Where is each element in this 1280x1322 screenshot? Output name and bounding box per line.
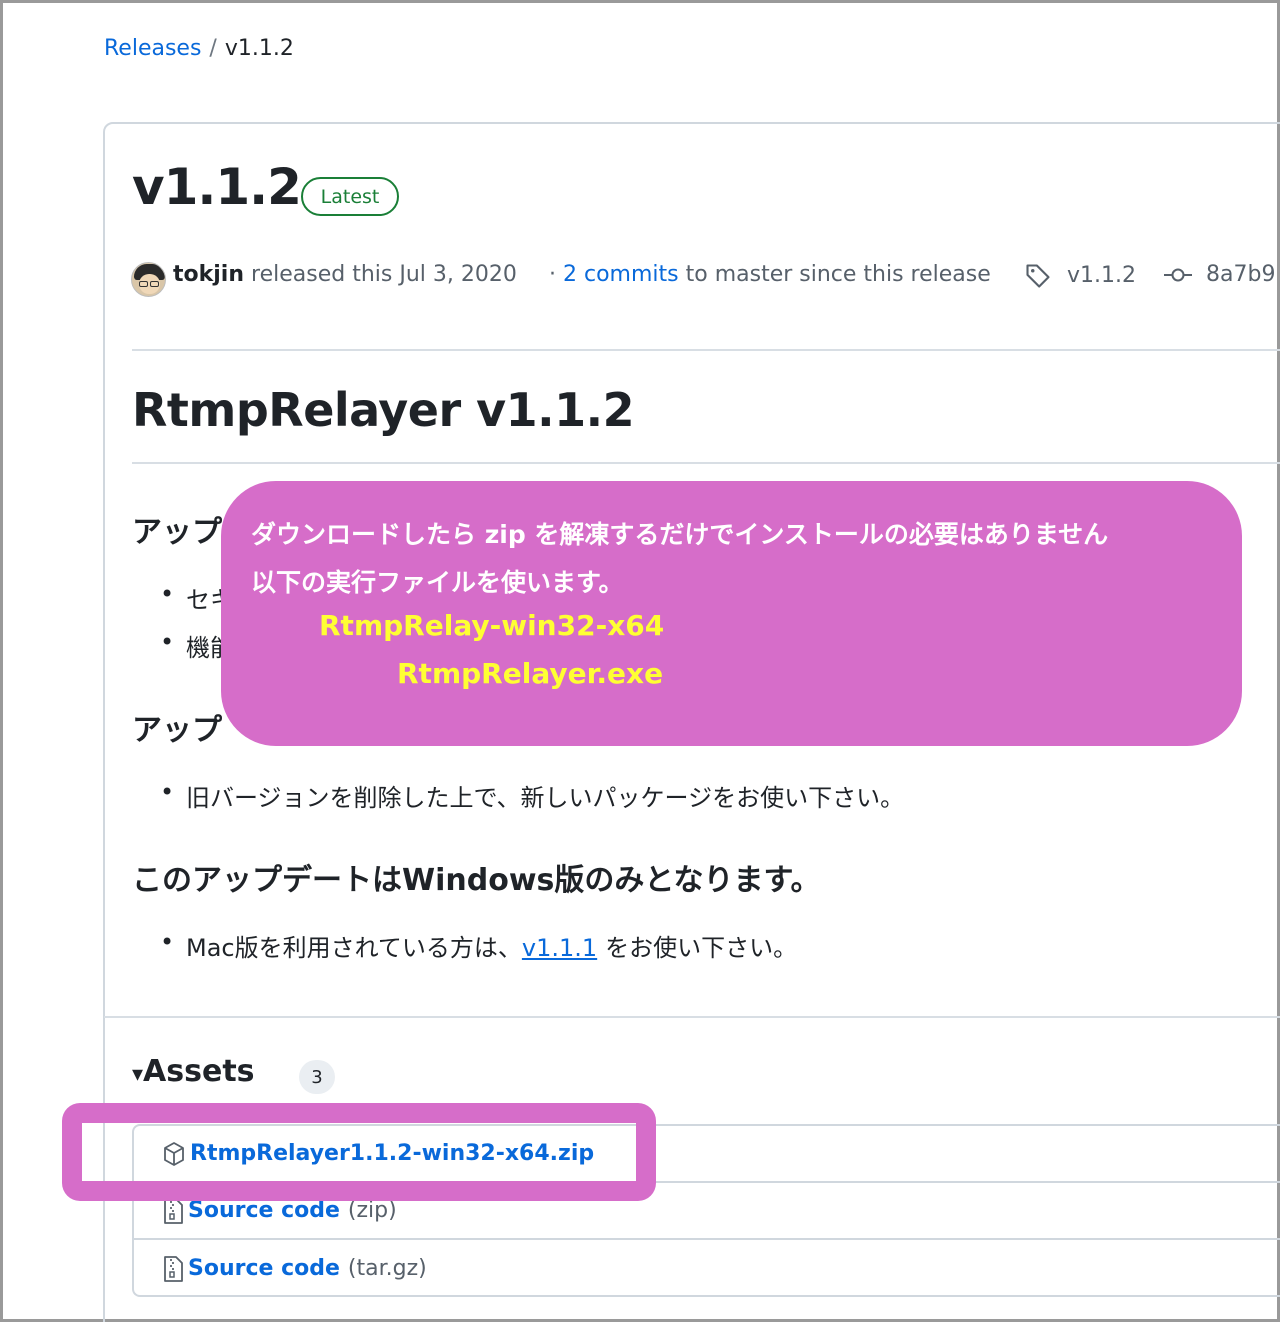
author-link[interactable]: tokjin xyxy=(173,262,244,287)
highlight-box xyxy=(62,1103,656,1201)
release-title: v1.1.2 xyxy=(132,158,302,216)
section2-heading: アップ xyxy=(132,713,222,748)
commit-sha: 8a7b9 xyxy=(1206,262,1276,287)
callout-line: ダウンロードしたら zip を解凍するだけでインストールの必要はありません xyxy=(251,520,1109,549)
section3-heading: このアップデートはWindows版のみとなります。 xyxy=(132,863,821,898)
callout-folder-name: RtmpRelay-win32-x64 xyxy=(319,609,665,642)
commits-dot: · xyxy=(549,262,556,287)
avatar[interactable] xyxy=(131,262,166,297)
file-zip-icon xyxy=(164,1255,183,1282)
release-meta: tokjin released this Jul 3, 2020 xyxy=(173,262,517,287)
git-commit-icon xyxy=(1164,268,1192,282)
commits-suffix: to master since this release xyxy=(685,262,991,287)
breadcrumb-current: v1.1.2 xyxy=(224,36,294,61)
latest-badge: Latest xyxy=(301,177,399,216)
list-item: Mac版を利用されている方は、v1.1.1をお使い下さい。 xyxy=(160,928,797,963)
v111-link[interactable]: v1.1.1 xyxy=(522,934,597,962)
breadcrumb-separator: / xyxy=(209,36,217,61)
tag-icon xyxy=(1026,264,1050,288)
callout-line: 以下の実行ファイルを使います。 xyxy=(251,568,624,597)
asset-ext: (zip) xyxy=(347,1198,397,1223)
commits-link[interactable]: 2 commits xyxy=(563,262,679,287)
asset-row[interactable]: Source code (tar.gz) xyxy=(134,1240,1280,1297)
commits-info: · 2 commits to master since this release xyxy=(549,262,991,287)
assets-count-badge: 3 xyxy=(299,1060,335,1094)
callout-annotation: ダウンロードしたら zip を解凍するだけでインストールの必要はありません 以下… xyxy=(221,481,1242,746)
chevron-down-icon: ▾ xyxy=(132,1062,144,1087)
asset-name[interactable]: Source code xyxy=(188,1256,340,1281)
meta-divider xyxy=(132,349,1280,351)
released-text: released this Jul 3, 2020 xyxy=(251,262,517,287)
tag-info[interactable]: v1.1.2 xyxy=(1024,262,1136,290)
body-heading: RtmpRelayer v1.1.2 xyxy=(132,383,635,437)
breadcrumb-releases-link[interactable]: Releases xyxy=(104,36,201,61)
heading-divider xyxy=(132,462,1280,464)
file-zip-icon xyxy=(164,1197,183,1224)
tag-label: v1.1.2 xyxy=(1067,263,1136,288)
assets-toggle[interactable]: ▾Assets xyxy=(132,1054,255,1089)
assets-divider xyxy=(104,1016,1280,1018)
asset-name[interactable]: Source code xyxy=(188,1198,340,1223)
list-item: 旧バージョンを削除した上で、新しいパッケージをお使い下さい。 xyxy=(160,778,904,813)
asset-ext: (tar.gz) xyxy=(347,1256,427,1281)
section1-heading: アップ xyxy=(132,515,222,550)
callout-exe-name: RtmpRelayer.exe xyxy=(397,657,664,690)
breadcrumb: Releases / v1.1.2 xyxy=(104,36,294,61)
commit-info[interactable]: 8a7b9 xyxy=(1163,262,1275,287)
assets-title: Assets xyxy=(143,1054,255,1089)
